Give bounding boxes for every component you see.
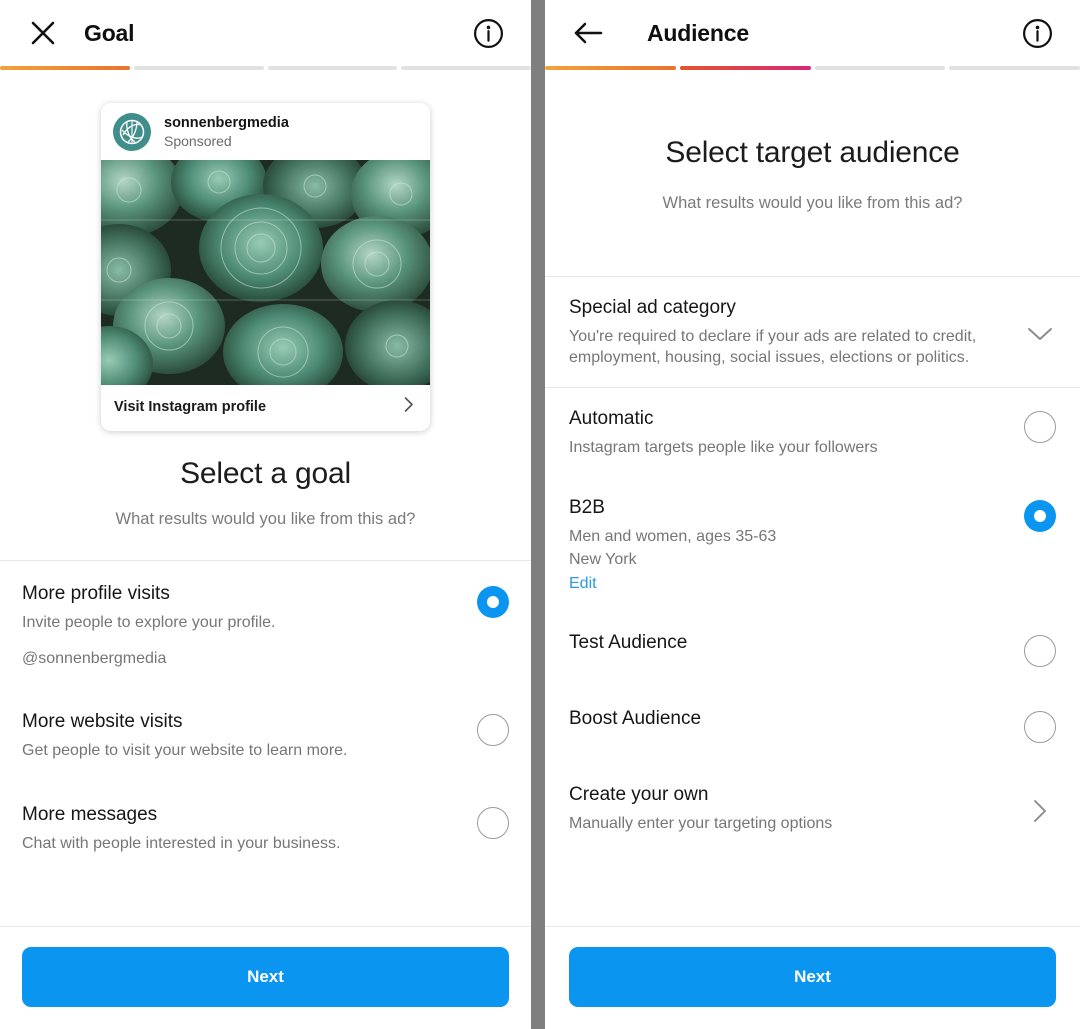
page-title: Audience bbox=[647, 19, 749, 46]
goal-option-more-messages[interactable]: More messages Chat with people intereste… bbox=[0, 781, 531, 875]
ad-sponsored-label: Sponsored bbox=[164, 132, 232, 149]
section-subtitle: What results would you like from this ad… bbox=[662, 194, 963, 212]
radio-automatic[interactable] bbox=[1024, 411, 1056, 444]
goal-footer: Next bbox=[0, 926, 531, 1029]
option-texts: More website visits Get people to visit … bbox=[22, 710, 477, 761]
panel-divider bbox=[531, 0, 545, 1029]
option-texts: More profile visits Invite people to exp… bbox=[22, 582, 477, 668]
section-title: Select a goal bbox=[180, 457, 351, 490]
radio-boost-audience[interactable] bbox=[1024, 711, 1056, 744]
next-button[interactable]: Next bbox=[22, 947, 509, 1007]
option-texts: Automatic Instagram targets people like … bbox=[569, 407, 1024, 458]
chevron-right-icon[interactable] bbox=[1024, 798, 1056, 824]
radio-more-profile-visits[interactable] bbox=[477, 586, 509, 618]
ad-preview-header: sonnenbergmedia Sponsored bbox=[101, 103, 430, 160]
goal-section-heading: Select a goal What results would you lik… bbox=[0, 431, 531, 529]
dual-phone-screenshot: Goal sonnenbergmedia Sponsored Visit Ins… bbox=[0, 0, 1080, 1029]
option-texts: Special ad category You're required to d… bbox=[569, 296, 1024, 368]
audience-section-heading: Select target audience What results woul… bbox=[545, 70, 1080, 213]
ad-preview-image bbox=[101, 160, 430, 385]
create-own-desc: Manually enter your targeting options bbox=[569, 815, 833, 833]
audience-option-boost-audience[interactable]: Boost Audience bbox=[545, 688, 1080, 765]
option-title: B2B bbox=[569, 497, 605, 519]
chevron-right-icon bbox=[400, 396, 417, 418]
option-desc-location: New York bbox=[569, 551, 637, 569]
goal-body: sonnenbergmedia Sponsored Visit Instagra… bbox=[0, 70, 531, 926]
ad-preview-names: sonnenbergmedia Sponsored bbox=[164, 115, 289, 150]
ad-cta-label: Visit Instagram profile bbox=[114, 399, 267, 415]
audience-screen: Audience Select target audience What res… bbox=[545, 0, 1080, 1029]
option-texts: Boost Audience bbox=[569, 707, 1024, 732]
audience-header: Audience bbox=[545, 0, 1080, 66]
ad-preview-card[interactable]: sonnenbergmedia Sponsored Visit Instagra… bbox=[101, 103, 430, 431]
radio-b2b[interactable] bbox=[1024, 500, 1056, 533]
goal-header: Goal bbox=[0, 0, 531, 66]
create-own-title: Create your own bbox=[569, 784, 709, 806]
info-circle-icon[interactable] bbox=[1016, 12, 1058, 54]
goal-option-more-website-visits[interactable]: More website visits Get people to visit … bbox=[0, 688, 531, 782]
special-ad-category-desc: You're required to declare if your ads a… bbox=[569, 327, 977, 366]
ad-username: sonnenbergmedia bbox=[164, 114, 289, 131]
section-subtitle: What results would you like from this ad… bbox=[115, 510, 416, 528]
option-title: More website visits bbox=[22, 710, 183, 732]
audience-option-create-your-own[interactable]: Create your own Manually enter your targ… bbox=[545, 764, 1080, 854]
option-title: Automatic bbox=[569, 408, 654, 430]
body-filler bbox=[545, 853, 1080, 926]
option-texts: Create your own Manually enter your targ… bbox=[569, 783, 1024, 834]
body-filler bbox=[0, 875, 531, 926]
edit-audience-link[interactable]: Edit bbox=[569, 575, 597, 593]
special-ad-category-title: Special ad category bbox=[569, 297, 736, 318]
option-texts: More messages Chat with people intereste… bbox=[22, 803, 477, 854]
ad-preview-cta[interactable]: Visit Instagram profile bbox=[101, 385, 430, 431]
leaf-globe-logo-icon bbox=[113, 113, 151, 151]
audience-option-automatic[interactable]: Automatic Instagram targets people like … bbox=[545, 388, 1080, 478]
option-texts: B2B Men and women, ages 35-63 New York E… bbox=[569, 496, 1024, 593]
option-desc: Instagram targets people like your follo… bbox=[569, 438, 878, 456]
option-desc: Invite people to explore your profile. bbox=[22, 613, 276, 631]
special-ad-category-row[interactable]: Special ad category You're required to d… bbox=[545, 277, 1080, 388]
goal-screen: Goal sonnenbergmedia Sponsored Visit Ins… bbox=[0, 0, 531, 1029]
option-title: Boost Audience bbox=[569, 708, 702, 730]
option-handle: @sonnenbergmedia bbox=[22, 649, 167, 667]
page-title: Goal bbox=[84, 19, 135, 46]
radio-more-messages[interactable] bbox=[477, 806, 509, 839]
info-circle-icon[interactable] bbox=[467, 12, 509, 54]
next-button[interactable]: Next bbox=[569, 947, 1056, 1007]
radio-more-website-visits[interactable] bbox=[477, 713, 509, 746]
goal-option-more-profile-visits[interactable]: More profile visits Invite people to exp… bbox=[0, 561, 531, 689]
audience-option-b2b[interactable]: B2B Men and women, ages 35-63 New York E… bbox=[545, 477, 1080, 613]
option-title: More messages bbox=[22, 803, 158, 825]
option-desc: Chat with people interested in your busi… bbox=[22, 834, 341, 852]
option-desc: Men and women, ages 35-63 bbox=[569, 527, 777, 545]
ad-preview-wrapper: sonnenbergmedia Sponsored Visit Instagra… bbox=[0, 70, 531, 431]
option-title: More profile visits bbox=[22, 583, 170, 604]
option-texts: Test Audience bbox=[569, 631, 1024, 656]
radio-test-audience[interactable] bbox=[1024, 635, 1056, 668]
option-desc: Get people to visit your website to lear… bbox=[22, 741, 348, 759]
section-title: Select target audience bbox=[665, 136, 960, 169]
audience-option-test-audience[interactable]: Test Audience bbox=[545, 612, 1080, 689]
close-x-icon[interactable] bbox=[22, 12, 64, 54]
arrow-left-icon[interactable] bbox=[567, 12, 609, 54]
audience-footer: Next bbox=[545, 926, 1080, 1029]
option-title: Test Audience bbox=[569, 632, 688, 654]
audience-body: Select target audience What results woul… bbox=[545, 70, 1080, 926]
chevron-down-icon[interactable] bbox=[1024, 326, 1056, 342]
